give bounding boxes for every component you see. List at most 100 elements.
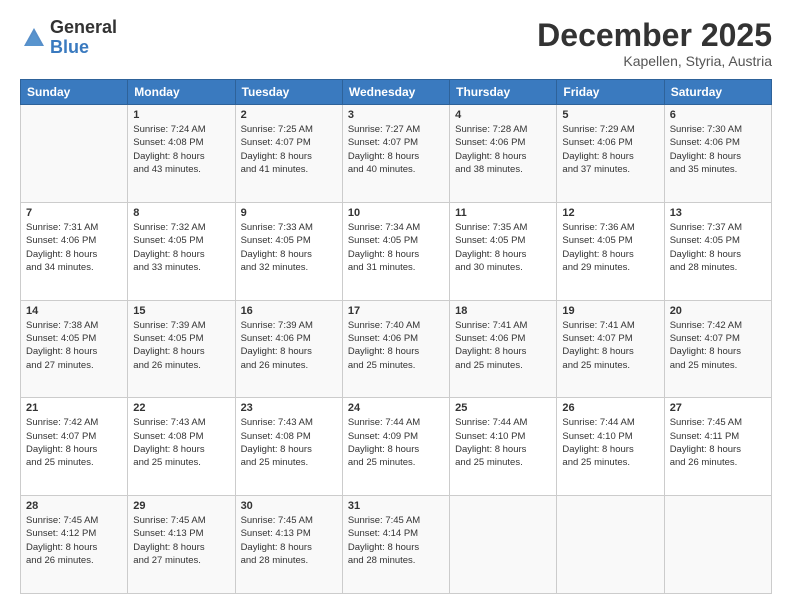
day-number: 13 — [670, 207, 766, 219]
day-info: Sunrise: 7:25 AMSunset: 4:07 PMDaylight:… — [241, 123, 337, 176]
day-info: Sunrise: 7:41 AMSunset: 4:06 PMDaylight:… — [455, 319, 551, 372]
day-info: Sunrise: 7:44 AMSunset: 4:10 PMDaylight:… — [455, 416, 551, 469]
calendar-cell: 26Sunrise: 7:44 AMSunset: 4:10 PMDayligh… — [557, 398, 664, 496]
day-number: 4 — [455, 109, 551, 121]
title-block: December 2025 Kapellen, Styria, Austria — [537, 18, 772, 69]
day-info: Sunrise: 7:31 AMSunset: 4:06 PMDaylight:… — [26, 221, 122, 274]
day-info: Sunrise: 7:37 AMSunset: 4:05 PMDaylight:… — [670, 221, 766, 274]
day-info: Sunrise: 7:44 AMSunset: 4:09 PMDaylight:… — [348, 416, 444, 469]
day-number: 1 — [133, 109, 229, 121]
day-number: 18 — [455, 305, 551, 317]
calendar-cell — [557, 496, 664, 594]
day-info: Sunrise: 7:24 AMSunset: 4:08 PMDaylight:… — [133, 123, 229, 176]
calendar-cell — [450, 496, 557, 594]
day-number: 12 — [562, 207, 658, 219]
col-monday: Monday — [128, 80, 235, 105]
calendar-week-0: 1 Sunrise: 7:24 AMSunset: 4:08 PMDaylight… — [21, 105, 772, 203]
calendar-cell: 4 Sunrise: 7:28 AMSunset: 4:06 PMDaylight… — [450, 105, 557, 203]
calendar-cell: 3Sunrise: 7:27 AMSunset: 4:07 PMDaylight… — [342, 105, 449, 203]
day-number: 2 — [241, 109, 337, 121]
calendar-cell: 5 Sunrise: 7:29 AMSunset: 4:06 PMDaylight… — [557, 105, 664, 203]
calendar-header-row: Sunday Monday Tuesday Wednesday Thursday… — [21, 80, 772, 105]
day-number: 14 — [26, 305, 122, 317]
logo-icon — [20, 24, 48, 52]
logo: General Blue — [20, 18, 117, 58]
day-number: 29 — [133, 500, 229, 512]
calendar-cell: 12 Sunrise: 7:36 AMSunset: 4:05 PMDayligh… — [557, 202, 664, 300]
col-saturday: Saturday — [664, 80, 771, 105]
calendar-week-1: 7 Sunrise: 7:31 AMSunset: 4:06 PMDaylight… — [21, 202, 772, 300]
day-number: 6 — [670, 109, 766, 121]
col-sunday: Sunday — [21, 80, 128, 105]
calendar-cell: 15 Sunrise: 7:39 AMSunset: 4:05 PMDayligh… — [128, 300, 235, 398]
calendar-week-4: 28 Sunrise: 7:45 AMSunset: 4:12 PMDayligh… — [21, 496, 772, 594]
calendar-cell: 19Sunrise: 7:41 AMSunset: 4:07 PMDayligh… — [557, 300, 664, 398]
calendar-cell: 31 Sunrise: 7:45 AMSunset: 4:14 PMDayligh… — [342, 496, 449, 594]
day-number: 19 — [562, 305, 658, 317]
day-number: 21 — [26, 402, 122, 414]
day-number: 31 — [348, 500, 444, 512]
calendar-week-2: 14Sunrise: 7:38 AMSunset: 4:05 PMDayligh… — [21, 300, 772, 398]
day-info: Sunrise: 7:42 AMSunset: 4:07 PMDaylight:… — [26, 416, 122, 469]
day-info: Sunrise: 7:40 AMSunset: 4:06 PMDaylight:… — [348, 319, 444, 372]
calendar-cell: 20Sunrise: 7:42 AMSunset: 4:07 PMDayligh… — [664, 300, 771, 398]
calendar-cell: 2 Sunrise: 7:25 AMSunset: 4:07 PMDaylight… — [235, 105, 342, 203]
day-info: Sunrise: 7:32 AMSunset: 4:05 PMDaylight:… — [133, 221, 229, 274]
day-info: Sunrise: 7:45 AMSunset: 4:11 PMDaylight:… — [670, 416, 766, 469]
day-info: Sunrise: 7:42 AMSunset: 4:07 PMDaylight:… — [670, 319, 766, 372]
day-info: Sunrise: 7:34 AMSunset: 4:05 PMDaylight:… — [348, 221, 444, 274]
day-info: Sunrise: 7:29 AMSunset: 4:06 PMDaylight:… — [562, 123, 658, 176]
calendar-cell: 9 Sunrise: 7:33 AMSunset: 4:05 PMDaylight… — [235, 202, 342, 300]
calendar-cell: 8 Sunrise: 7:32 AMSunset: 4:05 PMDaylight… — [128, 202, 235, 300]
calendar-cell: 27 Sunrise: 7:45 AMSunset: 4:11 PMDayligh… — [664, 398, 771, 496]
day-info: Sunrise: 7:43 AMSunset: 4:08 PMDaylight:… — [133, 416, 229, 469]
calendar-cell: 30 Sunrise: 7:45 AMSunset: 4:13 PMDayligh… — [235, 496, 342, 594]
day-info: Sunrise: 7:30 AMSunset: 4:06 PMDaylight:… — [670, 123, 766, 176]
calendar-cell: 11Sunrise: 7:35 AMSunset: 4:05 PMDayligh… — [450, 202, 557, 300]
day-info: Sunrise: 7:39 AMSunset: 4:05 PMDaylight:… — [133, 319, 229, 372]
calendar-cell — [21, 105, 128, 203]
calendar-cell: 22 Sunrise: 7:43 AMSunset: 4:08 PMDayligh… — [128, 398, 235, 496]
calendar-cell: 1 Sunrise: 7:24 AMSunset: 4:08 PMDaylight… — [128, 105, 235, 203]
day-number: 8 — [133, 207, 229, 219]
day-number: 16 — [241, 305, 337, 317]
col-wednesday: Wednesday — [342, 80, 449, 105]
day-number: 17 — [348, 305, 444, 317]
calendar-cell: 6 Sunrise: 7:30 AMSunset: 4:06 PMDaylight… — [664, 105, 771, 203]
col-thursday: Thursday — [450, 80, 557, 105]
day-info: Sunrise: 7:27 AMSunset: 4:07 PMDaylight:… — [348, 123, 444, 176]
day-info: Sunrise: 7:45 AMSunset: 4:13 PMDaylight:… — [241, 514, 337, 567]
day-number: 26 — [562, 402, 658, 414]
day-number: 23 — [241, 402, 337, 414]
day-info: Sunrise: 7:45 AMSunset: 4:14 PMDaylight:… — [348, 514, 444, 567]
calendar-cell: 21 Sunrise: 7:42 AMSunset: 4:07 PMDayligh… — [21, 398, 128, 496]
calendar-table: Sunday Monday Tuesday Wednesday Thursday… — [20, 79, 772, 594]
calendar-cell: 16Sunrise: 7:39 AMSunset: 4:06 PMDayligh… — [235, 300, 342, 398]
calendar-cell: 14Sunrise: 7:38 AMSunset: 4:05 PMDayligh… — [21, 300, 128, 398]
day-number: 9 — [241, 207, 337, 219]
header: General Blue December 2025 Kapellen, Sty… — [20, 18, 772, 69]
location: Kapellen, Styria, Austria — [537, 53, 772, 69]
col-tuesday: Tuesday — [235, 80, 342, 105]
calendar-cell: 25 Sunrise: 7:44 AMSunset: 4:10 PMDayligh… — [450, 398, 557, 496]
calendar-cell: 24 Sunrise: 7:44 AMSunset: 4:09 PMDayligh… — [342, 398, 449, 496]
day-info: Sunrise: 7:45 AMSunset: 4:12 PMDaylight:… — [26, 514, 122, 567]
day-info: Sunrise: 7:35 AMSunset: 4:05 PMDaylight:… — [455, 221, 551, 274]
day-number: 30 — [241, 500, 337, 512]
day-number: 24 — [348, 402, 444, 414]
day-number: 5 — [562, 109, 658, 121]
day-number: 7 — [26, 207, 122, 219]
calendar-cell: 28 Sunrise: 7:45 AMSunset: 4:12 PMDayligh… — [21, 496, 128, 594]
day-number: 15 — [133, 305, 229, 317]
day-info: Sunrise: 7:36 AMSunset: 4:05 PMDaylight:… — [562, 221, 658, 274]
day-number: 27 — [670, 402, 766, 414]
day-number: 25 — [455, 402, 551, 414]
day-number: 28 — [26, 500, 122, 512]
day-number: 22 — [133, 402, 229, 414]
day-info: Sunrise: 7:28 AMSunset: 4:06 PMDaylight:… — [455, 123, 551, 176]
calendar-cell: 23Sunrise: 7:43 AMSunset: 4:08 PMDayligh… — [235, 398, 342, 496]
calendar-cell: 7 Sunrise: 7:31 AMSunset: 4:06 PMDaylight… — [21, 202, 128, 300]
calendar-cell: 13 Sunrise: 7:37 AMSunset: 4:05 PMDayligh… — [664, 202, 771, 300]
day-info: Sunrise: 7:33 AMSunset: 4:05 PMDaylight:… — [241, 221, 337, 274]
calendar-cell — [664, 496, 771, 594]
